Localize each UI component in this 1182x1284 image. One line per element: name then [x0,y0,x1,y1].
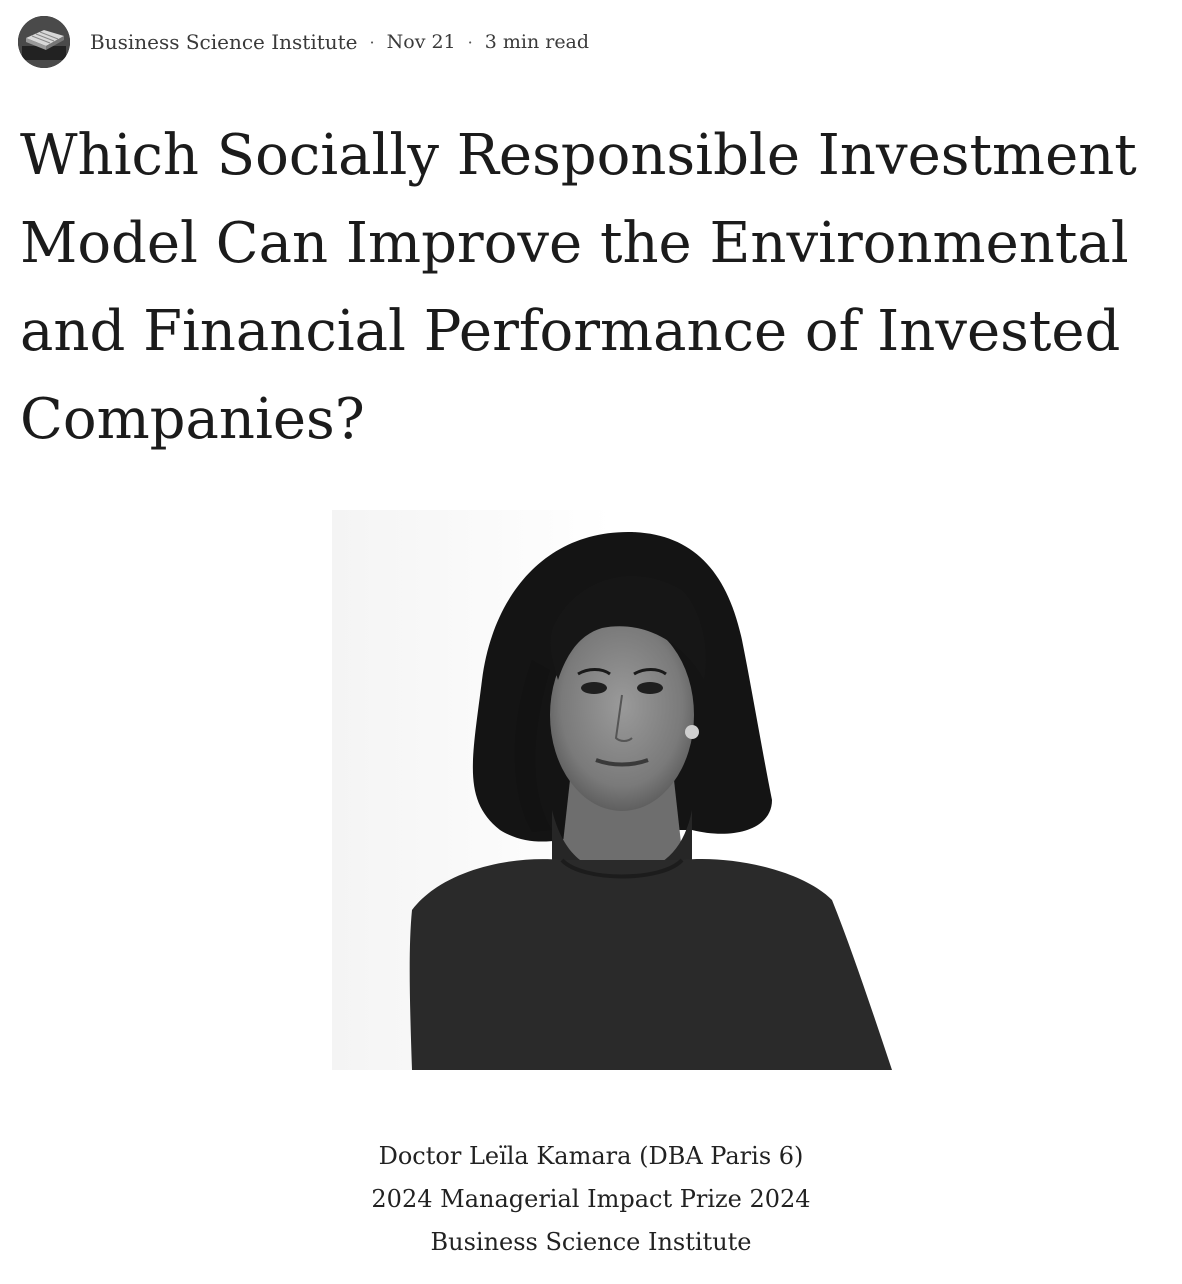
caption-line-prize: 2024 Managerial Impact Prize 2024 [371,1185,811,1213]
publish-date: Nov 21 [386,31,456,53]
article-title: Which Socially Responsible Investment Mo… [20,123,1137,452]
author-name-link[interactable]: Business Science Institute [90,30,358,54]
meta-separator: · [467,32,473,52]
book-icon [18,16,70,68]
caption-line-institute: Business Science Institute [430,1228,752,1256]
author-avatar[interactable] [18,16,70,68]
author-portrait-image [332,510,892,1070]
meta-separator: · [369,32,375,52]
read-time: 3 min read [484,31,590,53]
image-caption: Doctor Leïla Kamara (DBA Paris 6) 2024 M… [0,1135,1182,1264]
caption-line-author: Doctor Leïla Kamara (DBA Paris 6) [378,1142,804,1170]
article-meta-row: Business Science Institute · Nov 21 · 3 … [18,16,589,68]
